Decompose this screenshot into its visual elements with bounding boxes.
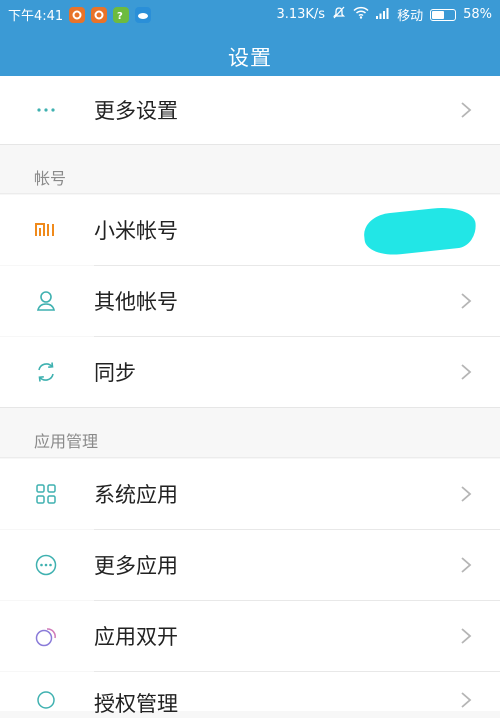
person-icon [34, 289, 58, 313]
chevron-right-icon [461, 628, 472, 644]
section-account-header: 帐号 [34, 169, 67, 188]
section-app-management: 应用管理 [0, 407, 500, 458]
other-accounts-item[interactable]: 其他帐号 [0, 266, 500, 336]
permissions-label: 授权管理 [94, 692, 178, 716]
battery-percent: 58% [463, 7, 492, 22]
system-apps-item[interactable]: 系统应用 [0, 459, 500, 529]
battery-icon [430, 8, 457, 21]
section-account: 帐号 [0, 144, 500, 194]
sync-icon [34, 360, 58, 384]
section-app-management-header: 应用管理 [34, 432, 99, 451]
mute-icon [332, 6, 346, 24]
more-settings-label: 更多设置 [94, 99, 178, 123]
shield-icon [34, 688, 58, 712]
chevron-right-icon [461, 692, 472, 708]
chevron-right-icon [461, 364, 472, 380]
page-title: 设置 [228, 46, 272, 70]
more-apps-item[interactable]: 更多应用 [0, 530, 500, 600]
more-settings-item[interactable]: 更多设置 [0, 76, 500, 144]
cloud-notification-icon [135, 6, 152, 23]
chevron-right-icon [461, 102, 472, 118]
chevron-right-icon [461, 293, 472, 309]
permissions-item[interactable]: 授权管理 [0, 672, 500, 716]
dual-apps-item[interactable]: 应用双开 [0, 601, 500, 671]
more-circle-icon [34, 553, 58, 577]
mi-logo-icon [34, 218, 58, 242]
carrier-name: 移动 [397, 9, 424, 24]
dual-apps-label: 应用双开 [94, 625, 178, 649]
other-accounts-label: 其他帐号 [94, 290, 178, 314]
chevron-right-icon [461, 557, 472, 573]
top-bar: 下午4:41 ? 3.13K/s 移动 58% 设置 [0, 0, 500, 83]
dual-apps-icon [34, 624, 58, 648]
network-speed: 3.13K/s [276, 7, 326, 22]
grid-icon [34, 482, 58, 506]
svg-text:?: ? [117, 11, 123, 20]
mi-account-label: 小米帐号 [94, 219, 178, 243]
wifi-icon [353, 6, 369, 23]
status-time: 下午4:41 [8, 9, 64, 24]
more-dots-icon [34, 98, 58, 122]
sync-item[interactable]: 同步 [0, 337, 500, 407]
app-notification-icon-3: ? [113, 6, 130, 23]
status-bar: 下午4:41 ? 3.13K/s 移动 58% [0, 0, 500, 28]
system-apps-label: 系统应用 [94, 483, 178, 507]
sync-label: 同步 [94, 361, 136, 385]
app-notification-icon-2 [91, 6, 108, 23]
signal-icon [376, 7, 390, 23]
chevron-right-icon [461, 486, 472, 502]
more-apps-label: 更多应用 [94, 554, 178, 578]
app-notification-icon [69, 6, 86, 23]
